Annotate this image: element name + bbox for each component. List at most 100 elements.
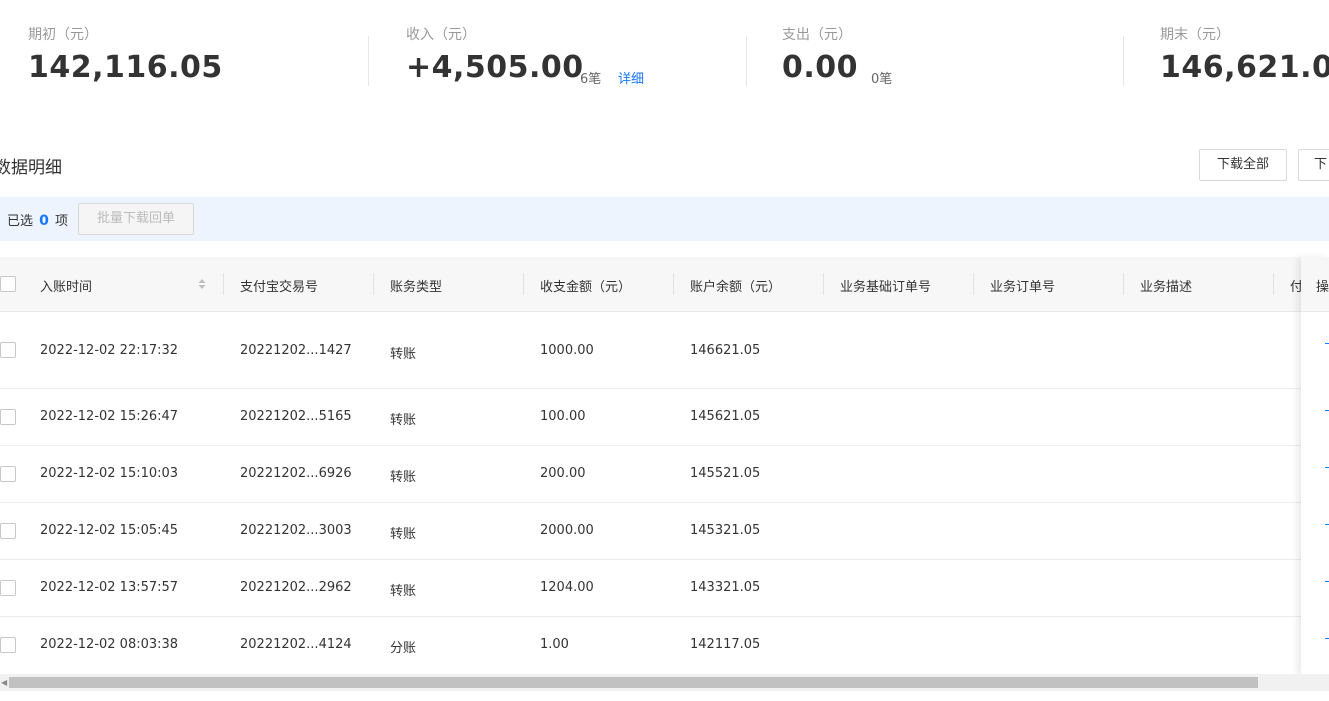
- cell-trade-no: 20221202...5165: [240, 409, 352, 424]
- selection-bar: 已选 0 项 批量下载回单: [0, 197, 1329, 241]
- cell-amount: 100.00: [540, 409, 586, 424]
- stat-divider: [746, 36, 747, 86]
- batch-download-receipt-button[interactable]: 批量下载回单: [78, 203, 194, 235]
- cell-type: 转账: [390, 470, 417, 485]
- operation-column: 操: [1301, 257, 1329, 675]
- row-operation-link[interactable]: [1325, 581, 1329, 582]
- cell-time: 2022-12-02 08:03:38: [40, 637, 179, 652]
- cell-balance: 142117.05: [690, 637, 761, 652]
- table-row[interactable]: 2022-12-02 08:03:38 20221202...4124 分账 1…: [0, 617, 1329, 675]
- cell-balance: 145321.05: [690, 523, 761, 538]
- table-row[interactable]: 2022-12-02 15:05:45 20221202...3003 转账 2…: [0, 503, 1329, 560]
- cell-balance: 145621.05: [690, 409, 761, 424]
- cell-trade-no: 20221202...3003: [240, 523, 352, 538]
- opening-balance-label: 期初（元）: [28, 27, 98, 43]
- row-checkbox[interactable]: [0, 342, 16, 358]
- closing-balance-label: 期末（元）: [1160, 27, 1230, 43]
- row-operation-link[interactable]: [1325, 410, 1329, 411]
- sort-icon[interactable]: [197, 277, 207, 291]
- income-stat: 收入（元） +4,505.00 6笔 详细: [406, 0, 736, 100]
- column-header-trade-no: 支付宝交易号: [240, 280, 319, 295]
- table-row[interactable]: 2022-12-02 15:10:03 20221202...6926 转账 2…: [0, 446, 1329, 503]
- cell-amount: 2000.00: [540, 523, 594, 538]
- table-header: 入账时间 支付宝交易号 账务类型 收支金额（元） 账户余额（元） 业务基础订单号…: [0, 257, 1329, 312]
- cell-amount: 1000.00: [540, 343, 594, 358]
- expense-count: 0笔: [871, 72, 893, 87]
- row-operation-link[interactable]: [1325, 343, 1329, 344]
- cell-time: 2022-12-02 22:17:32: [40, 343, 179, 358]
- selection-prefix: 已选: [7, 214, 34, 229]
- cell-type: 分账: [390, 641, 417, 656]
- column-header-balance: 账户余额（元）: [690, 280, 782, 295]
- row-operation-link[interactable]: [1325, 524, 1329, 525]
- cell-balance: 145521.05: [690, 466, 761, 481]
- column-header-order-no: 业务订单号: [990, 280, 1056, 295]
- income-value: +4,505.00: [406, 50, 584, 85]
- column-header-description: 业务描述: [1140, 280, 1193, 295]
- scrollbar-thumb[interactable]: [9, 677, 1258, 688]
- row-checkbox[interactable]: [0, 523, 16, 539]
- operation-header-label: 操: [1316, 280, 1329, 295]
- closing-balance-stat: 期末（元） 146,621.05: [1160, 0, 1329, 100]
- scroll-left-arrow-icon[interactable]: ◀: [1, 678, 7, 687]
- row-checkbox[interactable]: [0, 466, 16, 482]
- cell-trade-no: 20221202...1427: [240, 343, 352, 358]
- cell-type: 转账: [390, 527, 417, 542]
- horizontal-scrollbar[interactable]: ◀: [0, 674, 1329, 691]
- select-all-checkbox[interactable]: [0, 276, 16, 292]
- expense-stat: 支出（元） 0.00 0笔: [782, 0, 1112, 100]
- cell-type: 转账: [390, 584, 417, 599]
- cell-balance: 143321.05: [690, 580, 761, 595]
- cell-amount: 200.00: [540, 466, 586, 481]
- cell-time: 2022-12-02 13:57:57: [40, 580, 179, 595]
- operation-column-header: 操: [1301, 257, 1329, 312]
- selection-suffix: 项: [55, 214, 69, 229]
- column-header-amount: 收支金额（元）: [540, 280, 632, 295]
- cell-type: 转账: [390, 347, 417, 362]
- selection-count: 0: [39, 213, 49, 229]
- cell-balance: 146621.05: [690, 343, 761, 358]
- column-separator: [523, 273, 524, 295]
- row-checkbox[interactable]: [0, 580, 16, 596]
- cell-amount: 1204.00: [540, 580, 594, 595]
- column-separator: [1123, 273, 1124, 295]
- column-separator: [823, 273, 824, 295]
- income-label: 收入（元）: [406, 27, 476, 43]
- column-header-type: 账务类型: [390, 280, 443, 295]
- download-all-button[interactable]: 下载全部: [1199, 149, 1287, 181]
- closing-balance-value: 146,621.05: [1160, 50, 1329, 85]
- cell-trade-no: 20221202...4124: [240, 637, 352, 652]
- cell-trade-no: 20221202...6926: [240, 466, 352, 481]
- cell-type: 转账: [390, 413, 417, 428]
- row-checkbox[interactable]: [0, 409, 16, 425]
- table-row[interactable]: 2022-12-02 15:26:47 20221202...5165 转账 1…: [0, 389, 1329, 446]
- table-row[interactable]: 2022-12-02 13:57:57 20221202...2962 转账 1…: [0, 560, 1329, 617]
- column-header-base-order-no: 业务基础订单号: [840, 280, 932, 295]
- summary-stats: 期初（元） 142,116.05 收入（元） +4,505.00 6笔 详细 支…: [0, 0, 1329, 120]
- cell-time: 2022-12-02 15:10:03: [40, 466, 179, 481]
- cell-amount: 1.00: [540, 637, 569, 652]
- column-separator: [223, 273, 224, 295]
- expense-label: 支出（元）: [782, 27, 852, 43]
- income-count: 6笔: [580, 72, 602, 87]
- opening-balance-value: 142,116.05: [28, 50, 223, 85]
- opening-balance-stat: 期初（元） 142,116.05: [28, 0, 358, 100]
- row-operation-link[interactable]: [1325, 638, 1329, 639]
- stat-divider: [368, 36, 369, 86]
- income-detail-link[interactable]: 详细: [618, 68, 644, 87]
- cell-time: 2022-12-02 15:05:45: [40, 523, 179, 538]
- cell-trade-no: 20221202...2962: [240, 580, 352, 595]
- row-operation-link[interactable]: [1325, 467, 1329, 468]
- column-separator: [673, 273, 674, 295]
- column-separator: [373, 273, 374, 295]
- cell-time: 2022-12-02 15:26:47: [40, 409, 179, 424]
- column-separator: [1273, 273, 1274, 295]
- table-row[interactable]: 2022-12-02 22:17:32 20221202...1427 转账 1…: [0, 312, 1329, 389]
- stat-divider: [1123, 36, 1124, 86]
- section-title: 数据明细: [0, 158, 62, 178]
- download-button[interactable]: 下: [1298, 149, 1329, 181]
- column-separator: [973, 273, 974, 295]
- column-header-time[interactable]: 入账时间: [40, 276, 92, 295]
- row-checkbox[interactable]: [0, 637, 16, 653]
- selection-summary: 已选 0 项: [7, 210, 68, 229]
